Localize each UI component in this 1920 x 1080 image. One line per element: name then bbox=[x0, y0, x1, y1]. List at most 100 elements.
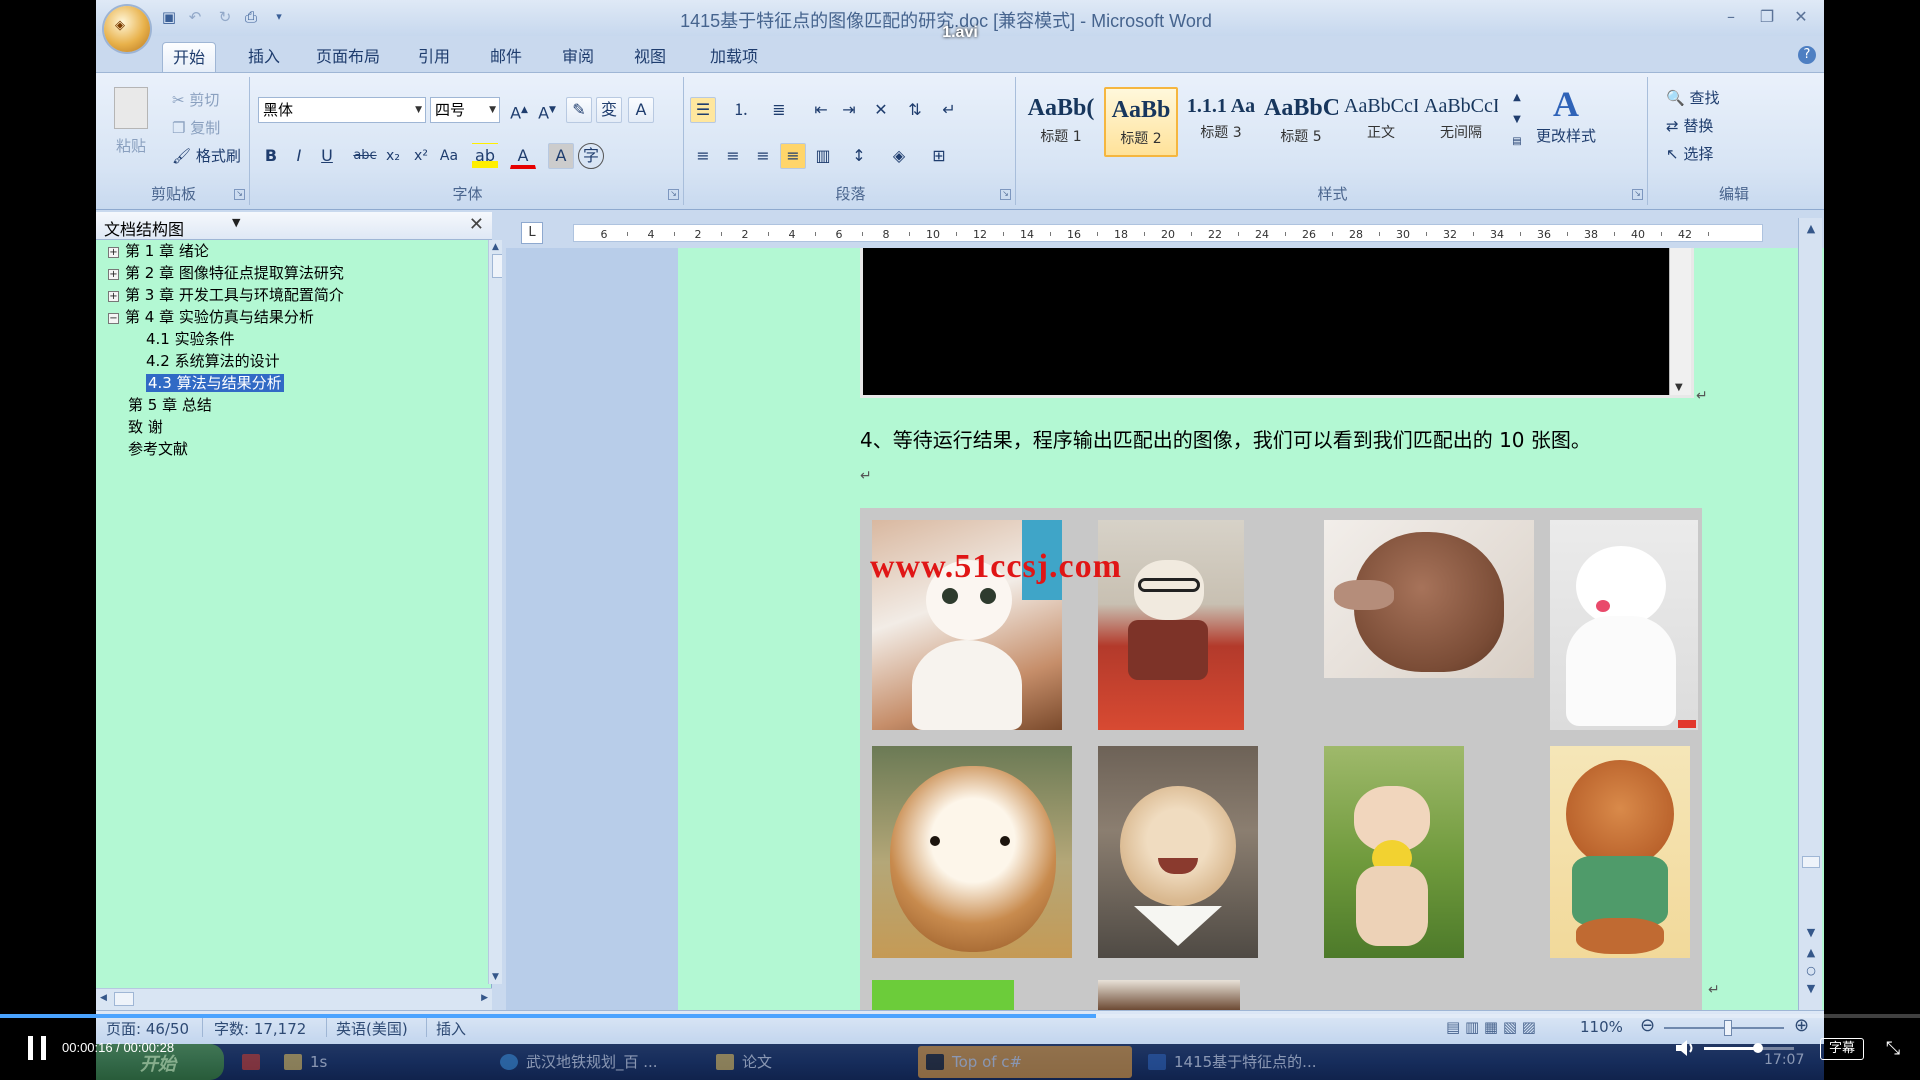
word-count[interactable]: 字数: 17,172 bbox=[214, 1018, 306, 1039]
decrease-indent-button[interactable]: ⇤ bbox=[808, 97, 834, 123]
scroll-right-icon[interactable]: ▶ bbox=[481, 993, 488, 1003]
tab-addins[interactable]: 加载项 bbox=[700, 42, 768, 72]
chevron-down-icon[interactable]: ▼ bbox=[232, 216, 240, 229]
justify-button[interactable]: ≡ bbox=[780, 143, 806, 169]
matched-images-figure[interactable]: www.51ccsj.com bbox=[860, 508, 1702, 1010]
page-count[interactable]: 页面: 46/50 bbox=[106, 1018, 189, 1039]
document-map-hscrollbar[interactable]: ◀ ▶ bbox=[96, 988, 492, 1010]
increase-indent-button[interactable]: ⇥ bbox=[836, 97, 862, 123]
close-window-button[interactable]: ✕ bbox=[1786, 6, 1816, 28]
font-name-combo[interactable]: 黑体 ▼ bbox=[258, 97, 426, 123]
tab-page-layout[interactable]: 页面布局 bbox=[306, 42, 390, 72]
clipboard-dialog-launcher[interactable]: ↘ bbox=[234, 189, 245, 200]
bold-button[interactable]: B bbox=[258, 143, 284, 169]
clear-format-button[interactable]: ✎ bbox=[566, 97, 592, 123]
volume-slider[interactable] bbox=[1704, 1043, 1794, 1053]
tab-home[interactable]: 开始 bbox=[162, 42, 217, 72]
document-map-item[interactable]: − 第 4 章 实验仿真与结果分析 bbox=[108, 306, 314, 327]
enclose-char-button[interactable]: 字 bbox=[578, 143, 604, 169]
scroll-down-icon[interactable]: ▼ bbox=[1801, 924, 1821, 942]
minimize-button[interactable]: – bbox=[1716, 6, 1746, 28]
highlight-button[interactable]: ab bbox=[472, 143, 498, 169]
scroll-down-icon[interactable]: ▼ bbox=[492, 972, 499, 982]
help-icon[interactable]: ? bbox=[1798, 46, 1816, 64]
paste-icon[interactable] bbox=[114, 87, 148, 129]
style-heading-3[interactable]: 1.1.1 Aa 标题 3 bbox=[1184, 87, 1258, 157]
style-heading-2[interactable]: AaBb 标题 2 bbox=[1104, 87, 1178, 157]
select-button[interactable]: ↖ 选择 bbox=[1666, 143, 1713, 164]
restore-button[interactable]: ❐ bbox=[1752, 6, 1782, 28]
shading-button[interactable]: ◈ bbox=[886, 143, 912, 169]
char-shading-button[interactable]: A bbox=[548, 143, 574, 169]
distributed-button[interactable]: ▥ bbox=[810, 143, 836, 169]
replace-button[interactable]: ⇄ 替换 bbox=[1666, 115, 1713, 136]
taskbar-item[interactable]: Top of c# bbox=[918, 1046, 1132, 1078]
grow-font-button[interactable]: A▲ bbox=[506, 97, 532, 123]
align-left-button[interactable]: ≡ bbox=[690, 143, 716, 169]
tab-review[interactable]: 审阅 bbox=[552, 42, 604, 72]
next-page-icon[interactable]: ▼ bbox=[1801, 980, 1821, 998]
document-map-item[interactable]: + 第 2 章 图像特征点提取算法研究 bbox=[108, 262, 344, 283]
numbering-button[interactable]: ⒈ bbox=[728, 97, 754, 123]
zoom-slider[interactable] bbox=[1664, 1020, 1784, 1036]
style-no-spacing[interactable]: AaBbCcI 无间隔 bbox=[1424, 87, 1498, 157]
language-indicator[interactable]: 英语(美国) bbox=[336, 1018, 408, 1039]
font-color-button[interactable]: A bbox=[510, 143, 536, 169]
zoom-in-icon[interactable]: ⊕ bbox=[1794, 1015, 1809, 1036]
view-buttons[interactable]: ▤ ▥ ▦ ▧ ▨ bbox=[1446, 1018, 1536, 1036]
taskbar-item[interactable]: 论文 bbox=[708, 1046, 908, 1078]
show-marks-button[interactable]: ↵ bbox=[936, 97, 962, 123]
char-border-button[interactable]: A bbox=[628, 97, 654, 123]
copy-button[interactable]: ❐ 复制 bbox=[172, 117, 220, 138]
document-map-item[interactable]: + 第 1 章 绪论 bbox=[108, 240, 209, 261]
print-preview-icon[interactable]: ⎙ bbox=[242, 8, 260, 26]
style-heading-1[interactable]: AaBb(标题 1 bbox=[1024, 87, 1098, 157]
save-icon[interactable]: ▣ bbox=[160, 8, 178, 26]
document-map-item[interactable]: 致 谢 bbox=[128, 416, 163, 437]
shrink-font-button[interactable]: A▼ bbox=[534, 97, 560, 123]
close-icon[interactable]: ✕ bbox=[469, 214, 484, 235]
borders-button[interactable]: ⊞ bbox=[926, 143, 952, 169]
taskbar-item[interactable]: 1s bbox=[276, 1046, 436, 1078]
align-center-button[interactable]: ≡ bbox=[720, 143, 746, 169]
expand-icon[interactable]: + bbox=[108, 247, 119, 258]
tab-mailings[interactable]: 邮件 bbox=[480, 42, 532, 72]
expand-icon[interactable]: + bbox=[108, 291, 119, 302]
find-button[interactable]: 🔍 查找 bbox=[1666, 87, 1719, 108]
tab-view[interactable]: 视图 bbox=[624, 42, 676, 72]
multilevel-list-button[interactable]: ≣ bbox=[766, 97, 792, 123]
styles-more[interactable]: ▤ bbox=[1504, 129, 1530, 155]
taskbar-app-icon[interactable] bbox=[234, 1046, 268, 1078]
bullets-button[interactable]: ☰ bbox=[690, 97, 716, 123]
video-progress-bar[interactable] bbox=[0, 1014, 1920, 1018]
asian-layout-button[interactable]: ✕ bbox=[868, 97, 894, 123]
line-spacing-button[interactable]: ↕ bbox=[846, 143, 872, 169]
scroll-up-icon[interactable]: ▲ bbox=[1801, 220, 1821, 238]
volume-icon[interactable] bbox=[1674, 1037, 1696, 1059]
tab-selector-icon[interactable]: L bbox=[521, 222, 543, 244]
document-map-item[interactable]: 参考文献 bbox=[128, 438, 188, 459]
pause-button[interactable] bbox=[26, 1036, 48, 1060]
taskbar-item[interactable]: 1415基于特征点的... bbox=[1140, 1046, 1346, 1078]
font-size-combo[interactable]: 四号 ▼ bbox=[430, 97, 500, 123]
document-scrollbar[interactable]: ▲ ▼ ▲ ○ ▼ bbox=[1798, 218, 1822, 1010]
volume-knob[interactable] bbox=[1753, 1043, 1763, 1053]
qat-customize-icon[interactable]: ▾ bbox=[270, 8, 288, 26]
document-map-item[interactable]: 4.3 算法与结果分析 bbox=[146, 372, 284, 393]
sort-button[interactable]: ⇅ bbox=[902, 97, 928, 123]
scrollbar-thumb[interactable] bbox=[1802, 856, 1820, 868]
hscrollbar-thumb[interactable] bbox=[114, 992, 134, 1006]
previous-page-icon[interactable]: ▲ bbox=[1801, 944, 1821, 962]
paragraph-dialog-launcher[interactable]: ↘ bbox=[1000, 189, 1011, 200]
change-case-button[interactable]: Aa bbox=[436, 143, 462, 169]
scroll-up-icon[interactable]: ▲ bbox=[492, 242, 499, 252]
collapse-icon[interactable]: − bbox=[108, 313, 119, 324]
format-painter-button[interactable]: 🖌 格式刷 bbox=[172, 145, 241, 166]
align-right-button[interactable]: ≡ bbox=[750, 143, 776, 169]
exit-fullscreen-icon[interactable]: ⤡ bbox=[1882, 1038, 1904, 1060]
phonetic-guide-button[interactable]: 変 bbox=[596, 97, 622, 123]
browse-object-icon[interactable]: ○ bbox=[1801, 962, 1821, 980]
subscript-button[interactable]: x₂ bbox=[380, 143, 406, 169]
office-button[interactable]: ◈ bbox=[104, 6, 150, 52]
insert-mode-indicator[interactable]: 插入 bbox=[436, 1018, 466, 1039]
